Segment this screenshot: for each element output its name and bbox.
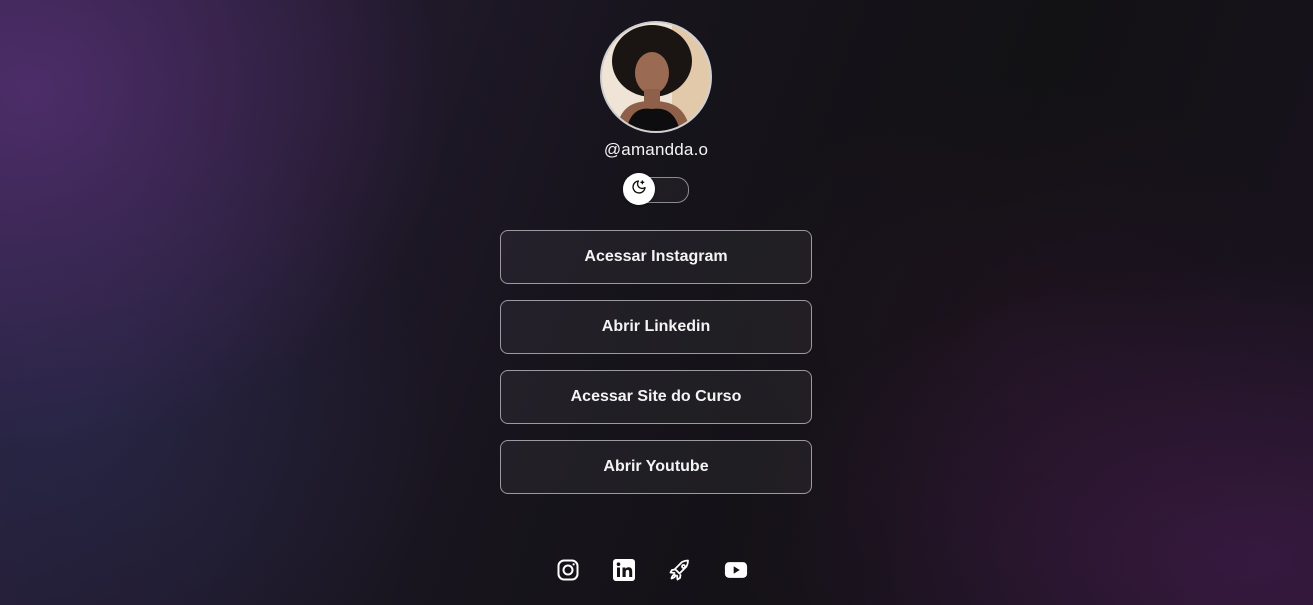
instagram-link-button[interactable]: Acessar Instagram <box>500 230 812 284</box>
rocket-icon[interactable] <box>668 554 692 586</box>
avatar <box>600 21 712 133</box>
theme-toggle[interactable] <box>623 173 689 205</box>
profile-handle: @amandda.o <box>603 140 709 159</box>
profile-container: @amandda.o Acessar Instagram Abrir Linke… <box>500 0 812 494</box>
social-icons <box>556 554 748 586</box>
course-site-link-button[interactable]: Acessar Site do Curso <box>500 370 812 424</box>
instagram-icon[interactable] <box>556 554 580 586</box>
youtube-link-button[interactable]: Abrir Youtube <box>500 440 812 494</box>
linkedin-link-button[interactable]: Abrir Linkedin <box>500 300 812 354</box>
moon-icon <box>631 179 647 200</box>
youtube-icon[interactable] <box>724 554 748 586</box>
link-list: Acessar Instagram Abrir Linkedin Acessar… <box>500 230 812 494</box>
toggle-knob[interactable] <box>623 173 655 205</box>
linkedin-icon[interactable] <box>612 554 636 586</box>
